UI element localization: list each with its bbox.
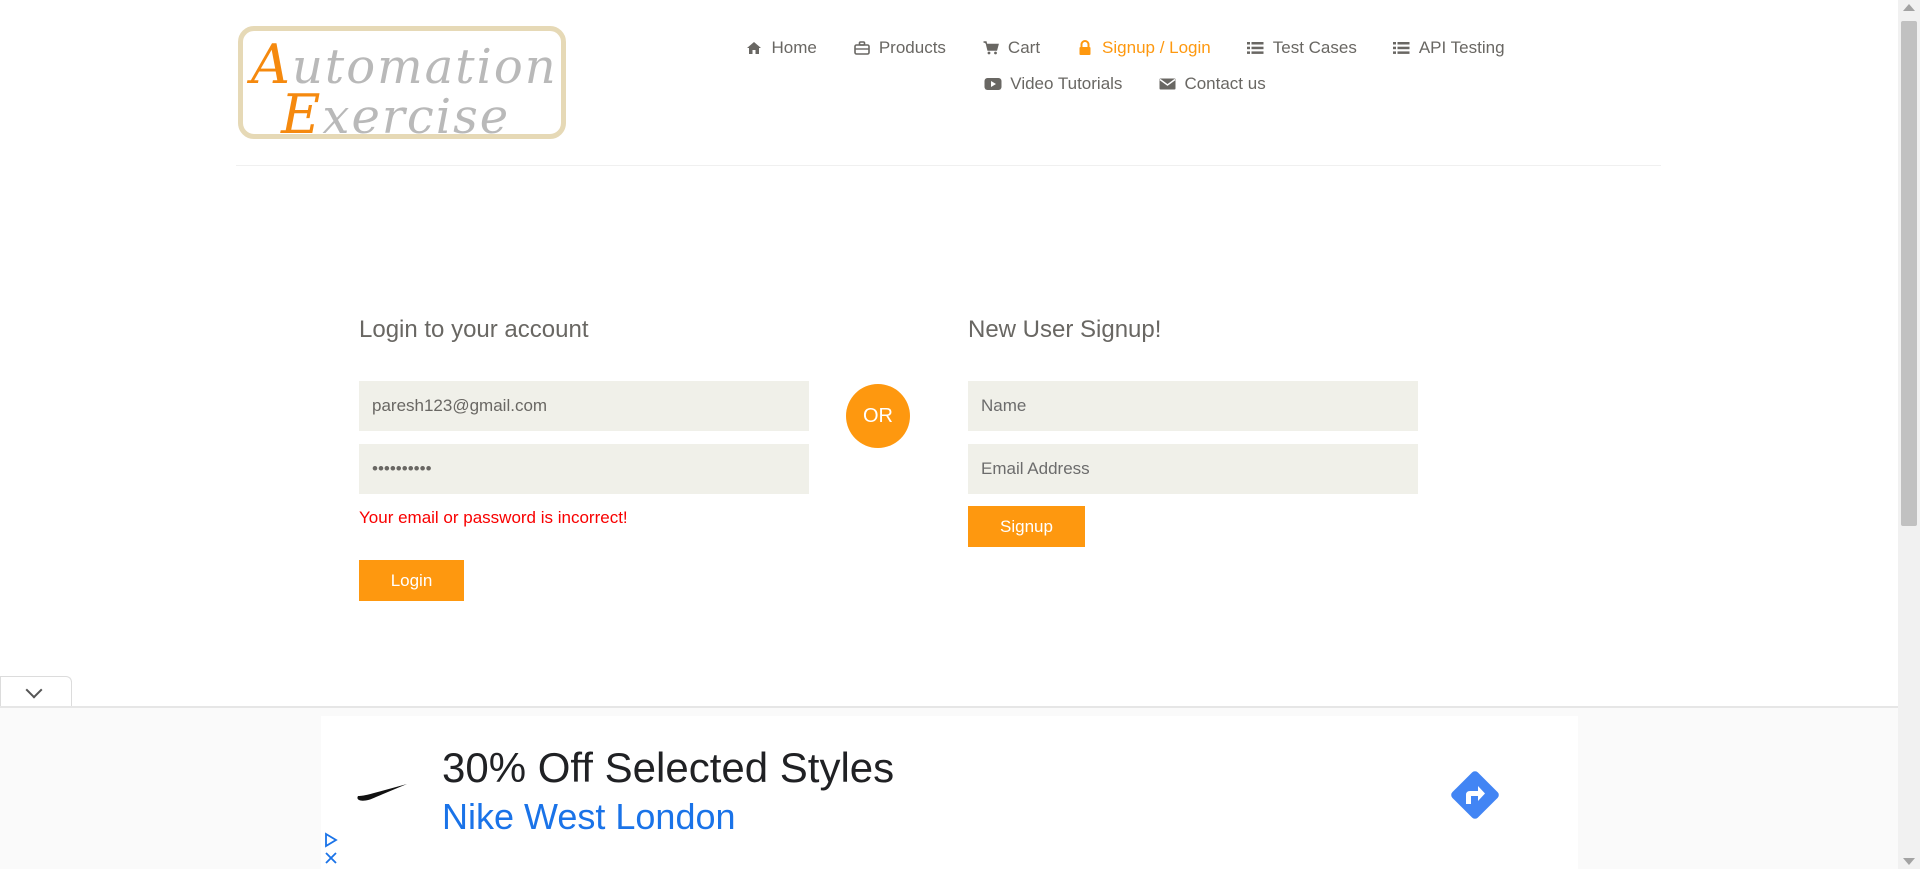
nav-contact-us-label: Contact us (1184, 74, 1266, 93)
nav-api-testing-label: API Testing (1418, 38, 1505, 57)
scroll-thumb[interactable] (1901, 21, 1917, 526)
nav-home[interactable]: Home (745, 38, 817, 58)
nav-products-label: Products (878, 38, 946, 57)
nav-api-testing[interactable]: API Testing (1393, 38, 1505, 58)
list-icon (1247, 40, 1265, 56)
login-title: Login to your account (359, 316, 589, 343)
signup-button[interactable]: Signup (968, 506, 1085, 547)
main-nav: Home Products Cart Signup / Login Test C… (700, 38, 1550, 94)
nav-cart-label: Cart (1007, 38, 1041, 57)
nav-row-1: Home Products Cart Signup / Login Test C… (700, 38, 1550, 58)
login-email-field[interactable] (359, 381, 809, 431)
youtube-play-icon (984, 76, 1002, 92)
login-error-message: Your email or password is incorrect! (359, 508, 628, 527)
chevron-down-icon (25, 681, 43, 699)
shopping-cart-icon (982, 40, 1000, 56)
ad-creative[interactable]: 30% Off Selected Styles Nike West London (321, 716, 1578, 869)
lock-icon (1076, 40, 1094, 56)
envelope-icon (1158, 76, 1176, 92)
nav-cart[interactable]: Cart (982, 38, 1040, 58)
header-divider (236, 165, 1661, 166)
home-icon (745, 40, 763, 56)
logo-line-2: Exercise (281, 83, 510, 146)
or-badge: OR (846, 384, 910, 448)
nav-contact-us[interactable]: Contact us (1158, 74, 1266, 94)
ad-collapse-toggle[interactable] (0, 676, 72, 708)
briefcase-icon (853, 40, 871, 56)
login-button[interactable]: Login (359, 560, 464, 601)
site-logo[interactable]: Automation Exercise (238, 26, 566, 146)
signup-name-field[interactable] (968, 381, 1418, 431)
nav-test-cases-label: Test Cases (1272, 38, 1357, 57)
directions-icon[interactable] (1444, 764, 1506, 826)
ad-headline[interactable]: 30% Off Selected Styles (442, 744, 894, 792)
page-scrollbar[interactable] (1898, 0, 1920, 869)
login-password-field[interactable] (359, 444, 809, 494)
nav-home-label: Home (771, 38, 817, 57)
nav-test-cases[interactable]: Test Cases (1247, 38, 1357, 58)
logo-text-2: xercise (322, 89, 511, 145)
scroll-down-arrow-icon[interactable] (1903, 858, 1915, 865)
adchoices-icon[interactable] (322, 830, 340, 868)
list-icon (1393, 40, 1411, 56)
nav-video-tutorials-label: Video Tutorials (1010, 74, 1123, 93)
nike-swoosh-icon (356, 782, 408, 807)
nav-signup-login[interactable]: Signup / Login (1076, 38, 1211, 58)
signup-email-field[interactable] (968, 444, 1418, 494)
nav-video-tutorials[interactable]: Video Tutorials (984, 74, 1122, 94)
ad-subline[interactable]: Nike West London (442, 796, 736, 838)
nav-row-2: Video Tutorials Contact us (700, 74, 1550, 94)
signup-title: New User Signup! (968, 316, 1162, 343)
nav-products[interactable]: Products (853, 38, 946, 58)
nav-signup-login-label: Signup / Login (1102, 38, 1211, 57)
scroll-up-arrow-icon[interactable] (1903, 4, 1915, 11)
logo-cap-e: E (281, 83, 323, 146)
